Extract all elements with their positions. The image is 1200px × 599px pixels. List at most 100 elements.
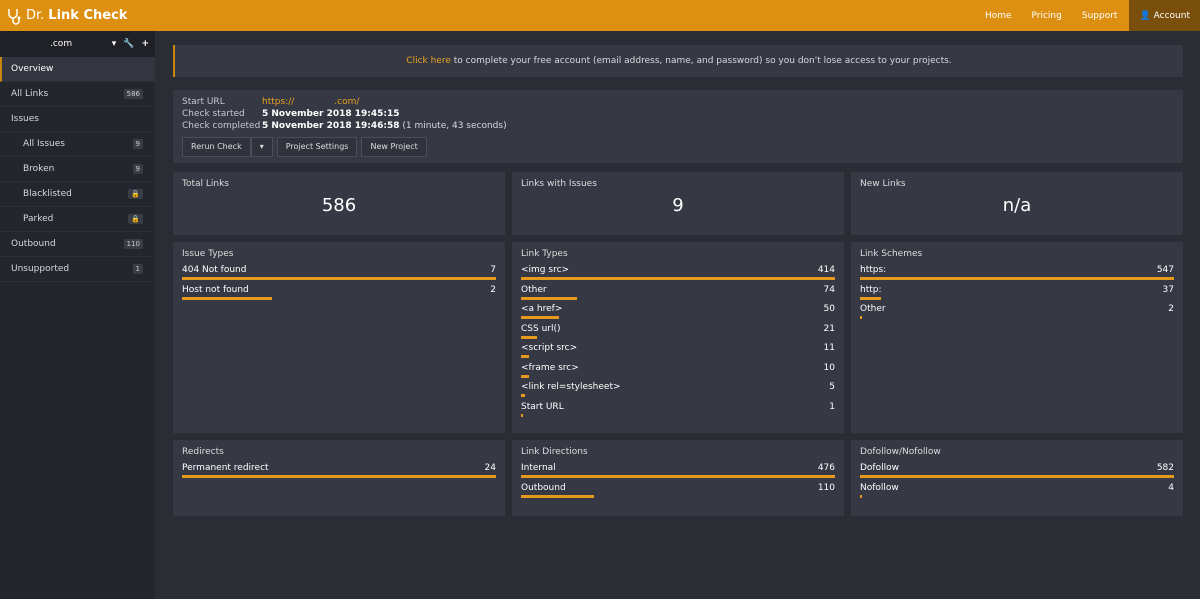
- item-bar: [521, 355, 530, 358]
- item-bar: [860, 316, 862, 319]
- item-label: CSS url(): [521, 323, 561, 334]
- list-item[interactable]: Internal 476: [521, 463, 835, 483]
- user-icon: 👤: [1139, 10, 1151, 21]
- completed-label: Check completed: [182, 121, 261, 131]
- list-item[interactable]: Dofollow 582: [860, 463, 1174, 483]
- rerun-dropdown-button[interactable]: ▾: [250, 137, 273, 157]
- list-item[interactable]: <script src> 11: [521, 343, 835, 363]
- item-label: <frame src>: [521, 362, 579, 373]
- list-item[interactable]: Host not found 2: [182, 285, 496, 305]
- stat-new-links: New Links n/a: [851, 172, 1183, 235]
- list-item[interactable]: <frame src> 10: [521, 363, 835, 383]
- rerun-check-button[interactable]: Rerun Check: [182, 137, 251, 157]
- sidebar-item-all-links[interactable]: All Links 586: [0, 82, 155, 107]
- stat-total-links: Total Links 586: [173, 172, 505, 235]
- sidebar-item-overview[interactable]: Overview: [0, 57, 155, 82]
- count-badge: 1: [132, 264, 143, 274]
- project-settings-button[interactable]: Project Settings: [276, 137, 358, 157]
- item-label: Dofollow: [860, 463, 899, 473]
- card-link-schemes: Link Schemes https: 547 http: 37 Other 2: [851, 242, 1183, 433]
- completed-value: 5 November 2018 19:46:58: [262, 121, 400, 131]
- sidebar-item-broken[interactable]: Broken 9: [0, 157, 155, 182]
- sidebar-item-label: Overview: [11, 64, 54, 74]
- list-item[interactable]: CSS url() 21: [521, 324, 835, 344]
- card-title: Links with Issues: [521, 179, 597, 189]
- item-label: 404 Not found: [182, 265, 247, 275]
- wrench-icon[interactable]: 🔧: [123, 39, 134, 49]
- item-bar: [521, 296, 578, 300]
- list-item[interactable]: 404 Not found 7: [182, 265, 496, 285]
- item-label: Nofollow: [860, 482, 899, 493]
- main-content: Click here to complete your free account…: [173, 45, 1183, 516]
- logo[interactable]: Dr. Link Check: [0, 7, 127, 25]
- sidebar-item-outbound[interactable]: Outbound 110: [0, 232, 155, 257]
- sidebar-item-parked[interactable]: Parked 🔒: [0, 207, 155, 232]
- count-badge: 586: [123, 89, 143, 99]
- click-here-link[interactable]: Click here: [406, 56, 451, 66]
- list-item[interactable]: Permanent redirect 24: [182, 463, 496, 483]
- item-bar: [182, 277, 496, 280]
- card-issue-types: Issue Types 404 Not found 7 Host not found 2: [173, 242, 505, 433]
- account-banner: Click here to complete your free account…: [173, 45, 1183, 77]
- item-count: 582: [1156, 463, 1174, 473]
- sidebar-item-unsupported[interactable]: Unsupported 1: [0, 257, 155, 282]
- duration: (1 minute, 43 seconds): [402, 121, 507, 131]
- project-selector[interactable]: .com ▾ 🔧 +: [0, 31, 155, 57]
- card-title: Link Directions: [521, 447, 588, 457]
- sidebar-item-issues[interactable]: Issues: [0, 107, 155, 132]
- list-item[interactable]: http: 37: [860, 285, 1174, 305]
- card-title: Link Types: [521, 249, 568, 259]
- plus-icon[interactable]: +: [141, 39, 149, 49]
- item-count: 110: [817, 482, 835, 493]
- item-label: Internal: [521, 463, 556, 473]
- list-item[interactable]: <link rel=stylesheet> 5: [521, 382, 835, 402]
- nav-home[interactable]: Home: [975, 11, 1022, 21]
- item-bar: [521, 374, 529, 378]
- stat-links-with-issues: Links with Issues 9: [512, 172, 844, 235]
- list-item[interactable]: https: 547: [860, 265, 1174, 285]
- start-url[interactable]: https:// .com/: [262, 96, 359, 108]
- list-item[interactable]: Start URL 1: [521, 402, 835, 422]
- card-title: Link Schemes: [860, 249, 923, 259]
- sidebar-item-all-issues[interactable]: All Issues 9: [0, 132, 155, 157]
- item-count: 547: [1156, 265, 1174, 275]
- list-item[interactable]: <img src> 414: [521, 265, 835, 285]
- card-title: New Links: [860, 179, 906, 189]
- new-project-button[interactable]: New Project: [361, 137, 427, 157]
- list-item[interactable]: Other 2: [860, 304, 1174, 324]
- nav-support[interactable]: Support: [1072, 11, 1128, 21]
- item-count: 1: [829, 401, 835, 412]
- item-bar: [182, 475, 496, 478]
- stat-value: 9: [672, 195, 684, 216]
- caret-down-icon[interactable]: ▾: [112, 39, 117, 49]
- sidebar-item-blacklisted[interactable]: Blacklisted 🔒: [0, 182, 155, 207]
- item-count: 21: [823, 323, 835, 334]
- item-label: <img src>: [521, 265, 570, 275]
- item-label: Other: [860, 304, 886, 314]
- started-value: 5 November 2018 19:45:15: [262, 109, 400, 119]
- item-count: 2: [1168, 304, 1174, 314]
- lock-icon: 🔒: [128, 214, 143, 224]
- sidebar-item-label: Parked: [23, 214, 54, 224]
- item-bar: [860, 296, 882, 300]
- item-count: 50: [823, 304, 835, 314]
- nav-pricing[interactable]: Pricing: [1022, 11, 1072, 21]
- item-bar: [521, 394, 525, 397]
- item-count: 24: [484, 463, 496, 473]
- item-bar: [860, 475, 1174, 478]
- list-item[interactable]: Other 74: [521, 285, 835, 305]
- item-label: <link rel=stylesheet>: [521, 382, 621, 392]
- list-item[interactable]: Outbound 110: [521, 483, 835, 503]
- list-item[interactable]: <a href> 50: [521, 304, 835, 324]
- sidebar-item-label: All Links: [11, 89, 49, 99]
- item-label: Permanent redirect: [182, 463, 269, 473]
- list-item[interactable]: Nofollow 4: [860, 483, 1174, 503]
- top-bar: Dr. Link Check Home Pricing Support 👤 Acco…: [0, 0, 1200, 31]
- item-bar: [521, 277, 835, 280]
- sidebar-item-label: Unsupported: [11, 264, 70, 274]
- sidebar-item-label: Outbound: [11, 239, 56, 249]
- banner-text: to complete your free account (email add…: [450, 56, 952, 66]
- account-button[interactable]: 👤 Account: [1129, 0, 1200, 31]
- stethoscope-icon: [8, 8, 21, 25]
- item-label: Outbound: [521, 482, 566, 493]
